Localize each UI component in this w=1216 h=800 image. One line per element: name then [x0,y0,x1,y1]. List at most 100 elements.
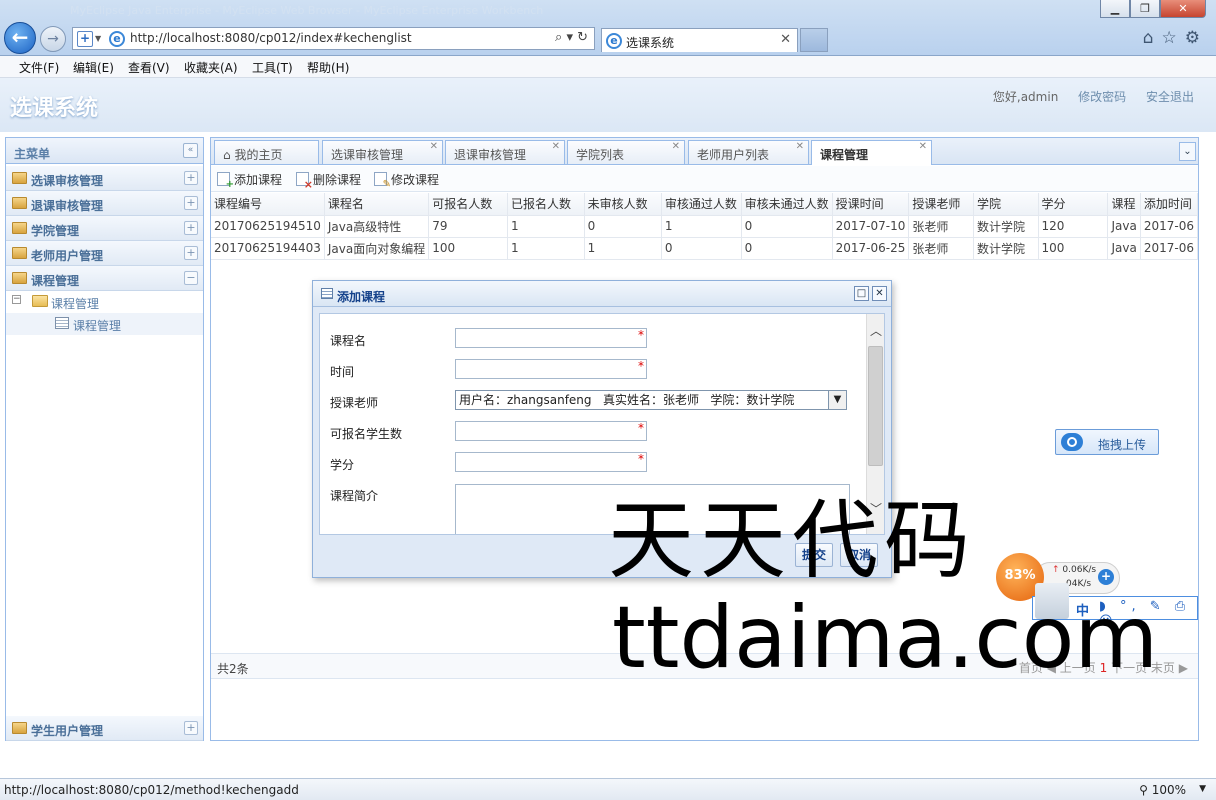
sidebar-item-teacher-users[interactable]: 老师用户管理 + [6,241,203,266]
column-header[interactable]: 已报名人数 [507,193,585,216]
tab-list-chevron-icon[interactable]: ⌄ [1179,142,1196,161]
column-header[interactable]: 添加时间 [1140,193,1199,216]
collapse-icon[interactable]: − [184,271,198,285]
folder-icon [12,272,27,284]
column-header[interactable]: 学院 [973,193,1039,216]
maximize-icon[interactable]: □ [854,286,869,301]
sidebar-item-college[interactable]: 学院管理 + [6,216,203,241]
sidebar-item-course-drop-review[interactable]: 退课审核管理 + [6,191,203,216]
collapse-sidebar-icon[interactable]: « [183,143,198,158]
chevron-down-icon[interactable]: ▼ [828,391,846,409]
table-cell: 张老师 [908,215,974,238]
menu-help[interactable]: 帮助(H) [307,59,349,76]
close-tab-icon[interactable]: ✕ [552,141,560,152]
table-cell: 2017-06 [1140,215,1199,238]
column-header[interactable]: 审核通过人数 [661,193,742,216]
menu-favorites[interactable]: 收藏夹(A) [184,59,238,76]
menu-tools[interactable]: 工具(T) [252,59,293,76]
forward-button[interactable]: → [40,26,66,52]
new-tab-button[interactable] [800,28,828,52]
chevron-down-icon[interactable]: ▼ [1199,784,1206,794]
table-cell: 2017-06 [1140,237,1199,260]
tab-course-management[interactable]: 课程管理 ✕ [811,140,932,165]
drag-upload-button[interactable]: 拖拽上传 [1055,429,1159,455]
column-header[interactable]: 可报名人数 [428,193,509,216]
address-bar[interactable]: + ▼ e http://localhost:8080/cp012/index#… [72,27,595,50]
teacher-select[interactable]: 用户名：zhangsanfeng 真实姓名：张老师 学院：数计学院 ▼ [455,390,847,410]
menu-view[interactable]: 查看(V) [128,59,170,76]
expand-icon[interactable]: + [184,246,198,260]
tab-college-list[interactable]: 学院列表 ✕ [567,140,685,164]
scroll-thumb[interactable] [868,346,883,466]
plus-icon[interactable]: + [1098,569,1114,585]
table-row[interactable]: 20170625194403 Java面向对象编程 100 1 1 0 0 20… [211,237,1199,260]
scroll-up-icon[interactable]: ︿ [869,322,883,339]
sidebar-item-course-select-review[interactable]: 选课审核管理 + [6,166,203,191]
address-url[interactable]: http://localhost:8080/cp012/index#kechen… [130,31,412,45]
sidebar-item-label: 选课审核管理 [31,174,104,188]
close-window-button[interactable]: ✕ [1160,0,1206,18]
home-icon[interactable]: ⌂ [1143,28,1162,48]
back-button[interactable]: ← [4,22,36,54]
search-refresh-icons[interactable]: ⌕ ▾ ↻ [555,30,588,45]
tab-home[interactable]: ⌂ 我的主页 [214,140,319,164]
zoom-level[interactable]: ⚲ 100% [1139,783,1186,797]
delete-course-button[interactable]: 删除课程 [296,171,361,191]
menu-file[interactable]: 文件(F) [19,59,59,76]
folder-icon [12,247,27,259]
expand-icon[interactable]: + [184,721,198,735]
tab-course-select-review[interactable]: 选课审核管理 ✕ [322,140,443,164]
compat-view-icon[interactable]: + [77,31,93,47]
table-cell: 0 [741,215,833,238]
restore-button[interactable]: ❐ [1130,0,1160,18]
sidebar-item-course[interactable]: 课程管理 − [6,266,203,291]
sidebar-item-student-users[interactable]: 学生用户管理 + [6,716,203,741]
column-header[interactable]: 课程编号 [211,193,325,216]
change-password-link[interactable]: 修改密码 [1078,90,1126,104]
home-icon: ⌂ [223,148,235,162]
status-url: http://localhost:8080/cp012/method!keche… [4,783,299,797]
button-label: 添加课程 [234,173,283,187]
ie-page-icon: e [109,31,125,47]
credit-input[interactable]: * [455,452,647,472]
column-header[interactable]: 课程 [1107,193,1141,216]
column-header[interactable]: 授课时间 [832,193,910,216]
column-header[interactable]: 授课老师 [908,193,974,216]
gear-icon[interactable]: ⚙ [1185,28,1208,48]
close-tab-icon[interactable]: ✕ [919,141,927,152]
next-arrow-icon[interactable]: ▶ [1179,661,1188,675]
zoom-icon: ⚲ [1139,783,1152,797]
tree-leaf-course[interactable]: 课程管理 [6,313,203,335]
tree-folder-course[interactable]: − 课程管理 [6,291,203,313]
column-header[interactable]: 审核未通过人数 [741,193,833,216]
expand-icon[interactable]: + [184,196,198,210]
close-tab-icon[interactable]: ✕ [796,141,804,152]
expand-icon[interactable]: + [184,221,198,235]
column-header[interactable]: 学分 [1038,193,1109,216]
close-icon[interactable]: ✕ [872,286,887,301]
browser-tools[interactable]: ⌂☆⚙ [1143,28,1208,48]
menu-edit[interactable]: 编辑(E) [73,59,114,76]
chevron-down-icon[interactable]: ▼ [95,34,101,43]
close-tab-icon[interactable]: ✕ [780,32,791,47]
browser-tab[interactable]: e 选课系统 ✕ [601,28,798,52]
capacity-input[interactable]: * [455,421,647,441]
logout-link[interactable]: 安全退出 [1146,90,1194,104]
dialog-header[interactable]: 添加课程 □ ✕ [313,281,891,307]
tab-course-drop-review[interactable]: 退课审核管理 ✕ [445,140,565,164]
tab-teacher-user-list[interactable]: 老师用户列表 ✕ [688,140,809,164]
close-tab-icon[interactable]: ✕ [672,141,680,152]
edit-course-button[interactable]: 修改课程 [374,171,439,190]
close-tab-icon[interactable]: ✕ [430,141,438,152]
time-input[interactable]: * [455,359,647,379]
column-header[interactable]: 课程名 [324,193,430,216]
table-row[interactable]: 20170625194510 Java高级特性 79 1 0 1 0 2017-… [211,215,1199,238]
tab-label: 选课审核管理 [331,148,404,162]
minimize-button[interactable]: ▁ [1100,0,1130,18]
favorites-star-icon[interactable]: ☆ [1162,28,1185,48]
course-name-input[interactable]: * [455,328,647,348]
column-header[interactable]: 未审核人数 [584,193,662,216]
expand-icon[interactable]: + [184,171,198,185]
add-course-button[interactable]: 添加课程 [217,171,283,190]
tree-toggle-icon[interactable]: − [12,295,21,304]
